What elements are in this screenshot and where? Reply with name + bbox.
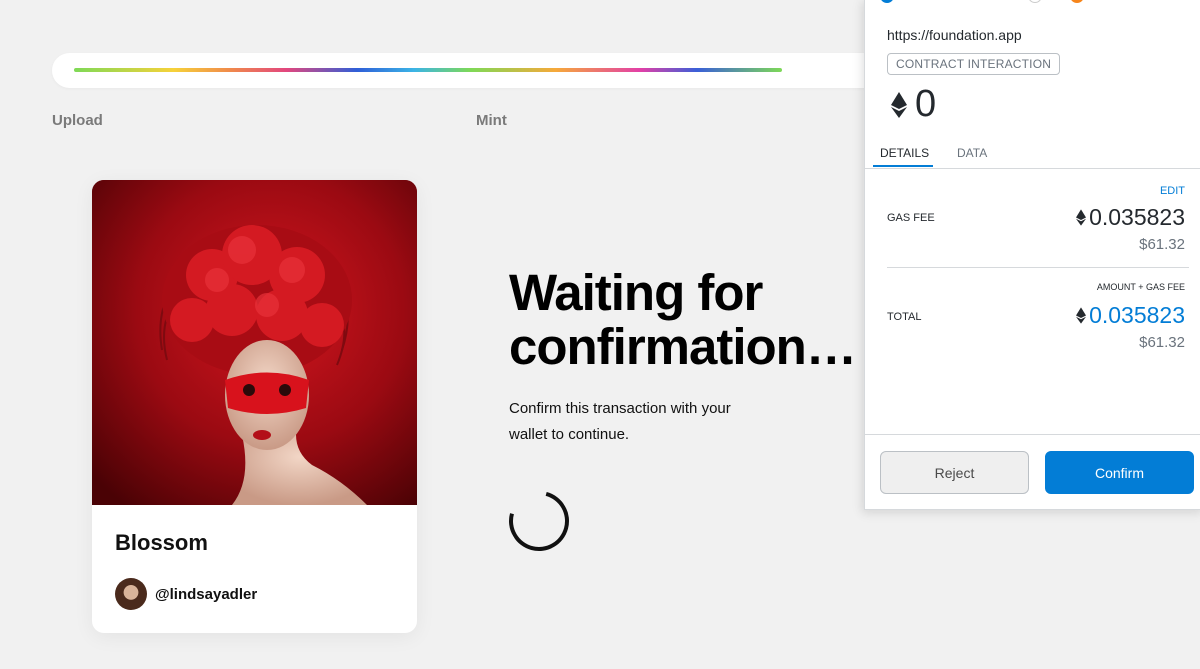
artwork-image xyxy=(92,180,417,505)
loading-spinner-icon xyxy=(498,480,580,562)
total-label: TOTAL xyxy=(887,311,922,323)
gas-fee-amount: 0.035823 xyxy=(1089,204,1185,230)
creator-link[interactable]: @lindsayadler xyxy=(115,578,257,610)
total-value: 0.035823 xyxy=(1076,302,1185,329)
step-mint: Mint xyxy=(476,112,507,129)
creator-handle: @lindsayadler xyxy=(155,585,258,603)
account-dot-icon xyxy=(1070,0,1084,3)
eth-icon xyxy=(1076,307,1087,324)
nft-card[interactable]: Blossom @lindsayadler xyxy=(92,180,417,633)
step-upload: Upload xyxy=(52,112,103,129)
transaction-amount: 0 xyxy=(915,83,937,125)
confirm-button[interactable]: Confirm xyxy=(1045,451,1194,494)
total-usd: $61.32 xyxy=(1139,334,1185,351)
artwork-title: Blossom xyxy=(115,530,208,555)
avatar xyxy=(115,578,147,610)
network-dot-icon xyxy=(880,0,894,3)
total-amount: 0.035823 xyxy=(1089,302,1185,328)
popup-header-indicators xyxy=(865,0,1200,3)
divider xyxy=(887,267,1189,268)
eth-icon xyxy=(1076,209,1087,226)
edit-gas-button[interactable]: EDIT xyxy=(1160,185,1185,197)
connector-dot-icon xyxy=(1028,0,1042,3)
progress-fill xyxy=(74,68,782,72)
tab-data[interactable]: DATA xyxy=(957,146,987,160)
amount-row: 0 xyxy=(891,83,936,126)
reject-button[interactable]: Reject xyxy=(880,451,1029,494)
amount-gas-fee-label: AMOUNT + GAS FEE xyxy=(1096,282,1185,292)
origin-url: https://foundation.app xyxy=(887,27,1022,43)
waiting-title: Waiting for confirmation… xyxy=(509,264,857,375)
progress-track xyxy=(52,53,892,88)
tab-bar: DETAILS DATA xyxy=(865,136,1200,169)
active-tab-indicator xyxy=(873,165,933,167)
eth-icon xyxy=(891,91,907,118)
gas-fee-value: 0.035823 xyxy=(1076,204,1185,231)
tab-details[interactable]: DETAILS xyxy=(880,146,929,160)
contract-interaction-badge: CONTRACT INTERACTION xyxy=(887,53,1061,75)
footer-divider xyxy=(865,434,1200,435)
gas-fee-label: GAS FEE xyxy=(887,212,935,224)
waiting-message: Confirm this transaction with your walle… xyxy=(509,400,731,443)
gas-fee-usd: $61.32 xyxy=(1139,236,1185,253)
wallet-popup: https://foundation.app CONTRACT INTERACT… xyxy=(864,0,1200,510)
